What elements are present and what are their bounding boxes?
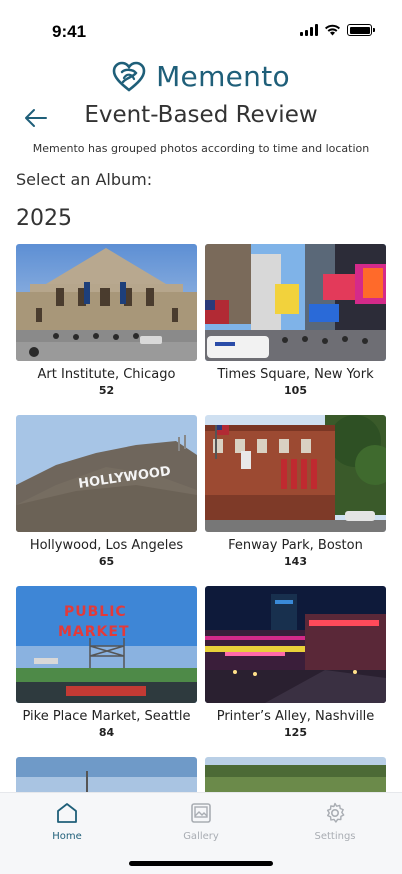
album-thumbnail[interactable]: [205, 757, 386, 793]
album-card[interactable]: Art Institute, Chicago 52: [16, 244, 197, 415]
page-header: Event-Based Review: [0, 102, 402, 136]
home-icon: [57, 803, 77, 823]
album-card[interactable]: Times Square, New York 105: [205, 244, 386, 415]
wifi-icon: [325, 24, 340, 36]
album-thumbnail: PUBLIC MARKET: [16, 586, 197, 703]
market-sign: MARKET: [58, 624, 130, 640]
page-title: Event-Based Review: [84, 102, 318, 128]
public-sign: PUBLIC: [64, 604, 127, 620]
album-card[interactable]: Printer’s Alley, Nashville 125: [205, 586, 386, 757]
album-thumbnail: [205, 244, 386, 361]
album-thumbnail: HOLLYWOOD: [16, 415, 197, 532]
album-grid: Art Institute, Chicago 52 Times Square, …: [16, 244, 386, 757]
album-title: Printer’s Alley, Nashville: [216, 709, 375, 724]
album-card[interactable]: Fenway Park, Boston 143: [205, 415, 386, 586]
album-thumbnail[interactable]: [16, 757, 197, 793]
album-card[interactable]: PUBLIC MARKET Pike Place Market, Seattle…: [16, 586, 197, 757]
album-title: Times Square, New York: [217, 367, 374, 382]
album-thumbnail: [205, 586, 386, 703]
page-subtitle: Memento has grouped photos according to …: [32, 142, 370, 155]
tab-settings[interactable]: Settings: [295, 801, 375, 842]
album-title: Fenway Park, Boston: [228, 538, 363, 553]
tab-label: Gallery: [183, 831, 219, 842]
tab-home[interactable]: Home: [27, 801, 107, 842]
album-grid-next-row: [16, 757, 386, 793]
album-title: Hollywood, Los Angeles: [29, 538, 184, 553]
memento-heart-logo-icon: [112, 61, 146, 92]
tab-gallery[interactable]: Gallery: [161, 801, 241, 842]
gallery-icon: [191, 803, 211, 823]
album-photo-count: 143: [284, 555, 307, 568]
tab-label: Home: [52, 831, 82, 842]
album-photo-count: 65: [98, 555, 115, 568]
album-card[interactable]: HOLLYWOOD Hollywood, Los Angeles 65: [16, 415, 197, 586]
album-thumbnail: [16, 244, 197, 361]
battery-icon: [347, 24, 375, 36]
home-indicator: [129, 861, 273, 866]
bottom-tab-bar: Home Gallery Settings: [0, 792, 402, 874]
status-bar: 9:41: [0, 0, 402, 54]
album-title: Pike Place Market, Seattle: [22, 709, 191, 724]
brand-name: Memento: [156, 60, 290, 93]
year-heading: 2025: [16, 206, 72, 231]
cellular-signal-icon: [300, 24, 318, 36]
select-album-label: Select an Album:: [16, 170, 153, 189]
album-photo-count: 52: [98, 384, 115, 397]
album-photo-count: 125: [284, 726, 307, 739]
album-thumbnail: [205, 415, 386, 532]
brand-logo: Memento: [0, 60, 402, 93]
status-time: 9:41: [52, 22, 87, 41]
tab-label: Settings: [314, 831, 356, 842]
album-photo-count: 105: [284, 384, 307, 397]
album-photo-count: 84: [98, 726, 115, 739]
gear-icon: [326, 802, 345, 823]
album-title: Art Institute, Chicago: [37, 367, 176, 382]
status-icons: [300, 24, 375, 36]
